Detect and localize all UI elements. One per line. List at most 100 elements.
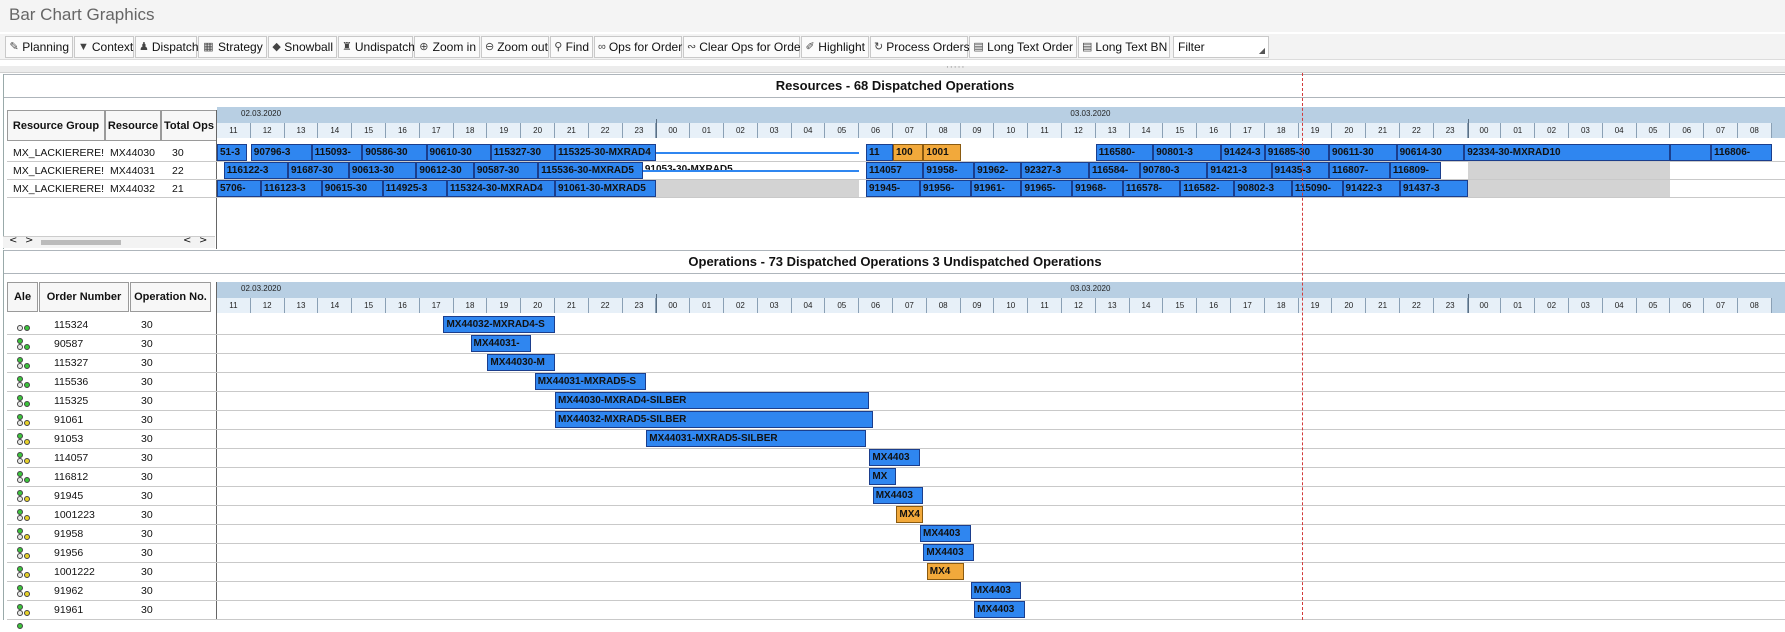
- operation-bar[interactable]: 5706-: [217, 180, 261, 197]
- operation-bar[interactable]: 90615-30: [321, 180, 383, 197]
- operation-bar[interactable]: MX4403: [970, 582, 1022, 599]
- operation-bar[interactable]: 91421-3: [1207, 162, 1272, 179]
- operation-bar[interactable]: [656, 180, 860, 197]
- operation-bar[interactable]: MX4: [926, 563, 964, 580]
- zoom-out-button[interactable]: ⊖ Zoom out: [481, 36, 549, 58]
- operation-bar[interactable]: 91961-: [970, 180, 1022, 197]
- operation-bar[interactable]: 91422-3: [1342, 180, 1400, 197]
- operation-bar[interactable]: 116584-: [1089, 162, 1140, 179]
- operation-bar[interactable]: MX4403: [872, 487, 924, 504]
- operation-bar[interactable]: 100: [893, 144, 924, 161]
- zoom-in-button[interactable]: ⊕ Zoom in: [414, 36, 480, 58]
- operation-bar[interactable]: 116582-: [1180, 180, 1235, 197]
- operation-bar[interactable]: 116809-: [1389, 162, 1441, 179]
- operation-bar[interactable]: MX44030-M: [487, 354, 555, 371]
- operation-bar[interactable]: 90780-3: [1139, 162, 1208, 179]
- operation-bar[interactable]: MX44031-: [470, 335, 532, 352]
- operation-bar[interactable]: 116580-: [1095, 144, 1154, 161]
- column-header-order-number[interactable]: Order Number: [39, 282, 129, 312]
- operation-bar[interactable]: 91956-: [920, 180, 971, 197]
- operation-bar[interactable]: 91962-: [974, 162, 1022, 179]
- operation-bar[interactable]: 90586-30: [362, 144, 427, 161]
- operation-bar[interactable]: 90587-30: [473, 162, 539, 179]
- operation-bar[interactable]: 90796-3: [250, 144, 312, 161]
- horizontal-scrollbar[interactable]: < > < >: [3, 235, 215, 248]
- operation-bar[interactable]: MX44031-MXRAD5-SILBER: [646, 430, 866, 447]
- context-button[interactable]: ▼ Context: [74, 36, 134, 58]
- dispatch-button[interactable]: ♟ Dispatch: [135, 36, 199, 58]
- operation-bar[interactable]: 114057: [865, 162, 924, 179]
- operation-bar[interactable]: 116806-: [1710, 144, 1772, 161]
- scroll-thumb[interactable]: [41, 240, 121, 245]
- operation-bar[interactable]: 91437-3: [1400, 180, 1468, 197]
- operation-bar[interactable]: 91958-: [923, 162, 975, 179]
- operation-bar[interactable]: 116807-: [1329, 162, 1390, 179]
- clear-ops-for-order-button[interactable]: ∾ Clear Ops for Order: [683, 36, 805, 58]
- column-header-total-ops[interactable]: Total Ops: [161, 110, 217, 141]
- operation-bar[interactable]: MX4: [896, 506, 924, 523]
- operation-bar[interactable]: 91053-30-MXRAD5: [642, 162, 860, 172]
- ops-for-order-button[interactable]: ∞ Ops for Order: [594, 36, 682, 58]
- operation-bar[interactable]: [1467, 180, 1671, 197]
- operation-bar[interactable]: 92334-30-MXRAD10: [1464, 144, 1671, 161]
- operation-bar[interactable]: [656, 144, 860, 154]
- column-header-resource[interactable]: Resource: [105, 110, 161, 141]
- operation-bar[interactable]: 91965-: [1021, 180, 1073, 197]
- column-header-resource-group[interactable]: Resource Group: [7, 110, 105, 141]
- long-text-bn-button[interactable]: ▤ Long Text BN: [1078, 36, 1170, 58]
- operation-bar[interactable]: 91968-: [1072, 180, 1123, 197]
- long-text-order-button[interactable]: ▤ Long Text Order: [969, 36, 1077, 58]
- operation-bar[interactable]: 115327-30: [490, 144, 555, 161]
- operation-bar[interactable]: 91687-30: [287, 162, 349, 179]
- operation-bar[interactable]: 114925-3: [382, 180, 447, 197]
- operation-bar[interactable]: MX44032-MXRAD5-SILBER: [555, 411, 873, 428]
- snowball-button[interactable]: ◆ Snowball: [268, 36, 337, 58]
- column-header-ale[interactable]: Ale: [7, 282, 38, 312]
- column-header-operation-no-[interactable]: Operation No.: [130, 282, 211, 312]
- operation-bar[interactable]: 91435-3: [1271, 162, 1329, 179]
- operation-bar[interactable]: 90610-30: [426, 144, 491, 161]
- operation-bar[interactable]: 116123-3: [260, 180, 322, 197]
- operation-bar[interactable]: 90611-30: [1329, 144, 1397, 161]
- operation-bar[interactable]: 90801-3: [1153, 144, 1221, 161]
- operation-bar[interactable]: 116578-: [1122, 180, 1181, 197]
- operation-bar[interactable]: 91685-30: [1264, 144, 1330, 161]
- operation-bar[interactable]: [1467, 162, 1671, 179]
- operation-bar[interactable]: MX4403: [974, 601, 1025, 618]
- operation-bar[interactable]: 92327-3: [1021, 162, 1090, 179]
- scroll-right-arrow[interactable]: >: [199, 235, 207, 246]
- highlight-button[interactable]: ✐ Highlight: [801, 36, 869, 58]
- strategy-button[interactable]: ▦ Strategy: [198, 36, 267, 58]
- operation-bar[interactable]: 91945-: [865, 180, 921, 197]
- operation-bar[interactable]: MX44032-MXRAD4-S: [443, 316, 555, 333]
- operation-bar[interactable]: MX4403: [920, 525, 971, 542]
- operation-bar[interactable]: 91424-3: [1220, 144, 1265, 161]
- operation-bar[interactable]: 91061-30-MXRAD5: [555, 180, 657, 197]
- operation-bar[interactable]: 90614-30: [1396, 144, 1465, 161]
- operation-bar[interactable]: 90613-30: [348, 162, 417, 179]
- operation-bar[interactable]: 115093-: [311, 144, 363, 161]
- operation-bar[interactable]: 115090-: [1291, 180, 1343, 197]
- planning-button[interactable]: ✎ Planning: [5, 36, 73, 58]
- operation-bar[interactable]: 11: [865, 144, 893, 161]
- operation-bar[interactable]: 115324-30-MXRAD4: [446, 180, 555, 197]
- undispatch-button[interactable]: ♜ Undispatch: [338, 36, 415, 58]
- operation-bar[interactable]: 1001: [923, 144, 961, 161]
- operation-bar[interactable]: 115325-30-MXRAD4: [555, 144, 657, 161]
- operation-bar[interactable]: MX4403: [923, 544, 975, 561]
- scroll-left-arrow[interactable]: <: [9, 235, 17, 246]
- splitter-handle[interactable]: ·····: [0, 63, 1785, 73]
- operation-bar[interactable]: MX44030-MXRAD4-SILBER: [555, 392, 870, 409]
- find-button[interactable]: ⚲ Find: [550, 36, 593, 58]
- process-orders-button[interactable]: ↻ Process Orders: [870, 36, 970, 58]
- filter-dropdown[interactable]: Filter ◢: [1173, 36, 1269, 58]
- operation-bar[interactable]: 116122-3: [223, 162, 288, 179]
- operation-bar[interactable]: 51-3: [217, 144, 248, 161]
- scroll-right-arrow[interactable]: >: [25, 235, 33, 246]
- operation-bar[interactable]: 115536-30-MXRAD5: [538, 162, 643, 179]
- operation-bar[interactable]: MX4403: [869, 449, 921, 466]
- operation-bar[interactable]: 90802-3: [1234, 180, 1292, 197]
- operation-bar[interactable]: 90612-30: [416, 162, 474, 179]
- scroll-left-arrow[interactable]: <: [183, 235, 191, 246]
- operation-bar[interactable]: MX44031-MXRAD5-S: [534, 373, 647, 390]
